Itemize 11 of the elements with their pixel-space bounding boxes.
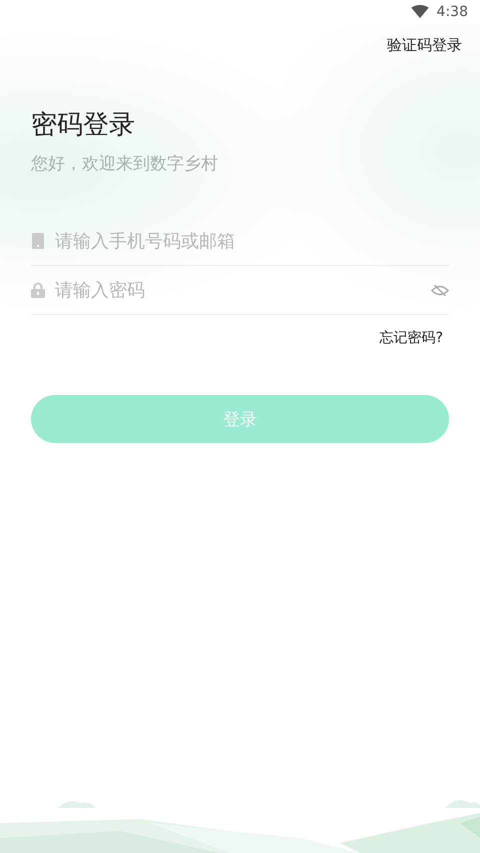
phone-icon (31, 233, 45, 249)
forgot-password-link[interactable]: 忘记密码? (380, 329, 443, 347)
welcome-text: 您好，欢迎来到数字乡村 (31, 153, 219, 175)
password-field[interactable]: 请输入密码 (55, 280, 421, 300)
eye-off-icon[interactable] (431, 284, 449, 296)
lock-icon (31, 282, 45, 298)
wifi-icon (410, 5, 429, 19)
status-time: 4:38 (436, 4, 468, 20)
sms-login-link[interactable]: 验证码登录 (387, 36, 462, 55)
account-field[interactable]: 请输入手机号码或邮箱 (55, 230, 449, 252)
page-title: 密码登录 (31, 109, 136, 142)
